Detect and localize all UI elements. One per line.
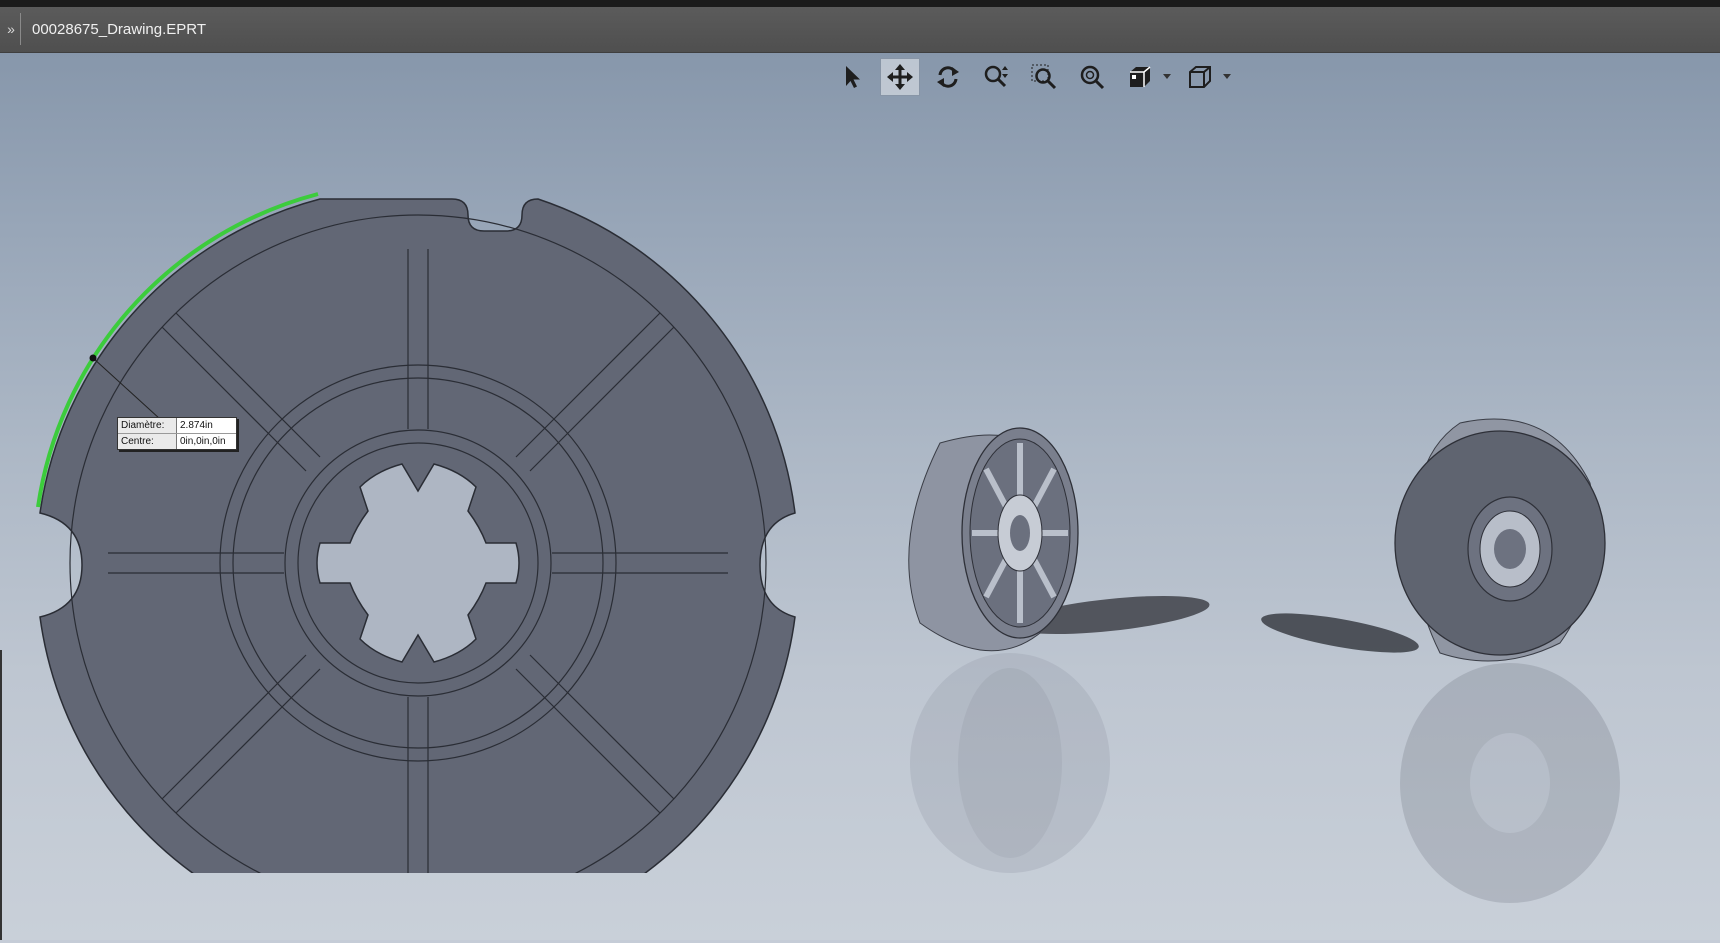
- display-style-icon: [1130, 66, 1151, 87]
- chevron-down-icon: [1223, 74, 1231, 79]
- diameter-row: Diamètre: 2.874in: [118, 418, 236, 434]
- zoom-to-fit-icon: [1080, 65, 1105, 90]
- display-style-button[interactable]: [1120, 58, 1160, 96]
- zoom-to-area-button[interactable]: [1024, 58, 1064, 96]
- center-label: Centre:: [118, 434, 177, 449]
- measure-point: [89, 354, 97, 362]
- pan-icon: [887, 64, 913, 90]
- center-value: 0in,0in,0in: [180, 436, 226, 447]
- expand-panel-button[interactable]: »: [2, 13, 21, 45]
- view-orientation-dropdown[interactable]: [1220, 58, 1234, 96]
- zoom-to-fit-button[interactable]: [1072, 58, 1112, 96]
- diameter-label: Diamètre:: [118, 418, 177, 433]
- measurement-tooltip: Diamètre: 2.874in Centre: 0in,0in,0in: [117, 417, 237, 450]
- diameter-value: 2.874in: [180, 420, 213, 431]
- part-iso-view-2[interactable]: [1260, 373, 1680, 933]
- part-front-view[interactable]: [0, 113, 820, 873]
- select-icon: [846, 66, 860, 88]
- part-iso-view-1[interactable]: [860, 383, 1220, 943]
- rotate-icon: [937, 66, 959, 88]
- graphics-viewport[interactable]: Diamètre: 2.874in Centre: 0in,0in,0in: [0, 53, 1720, 940]
- select-button[interactable]: [832, 58, 872, 96]
- top-edge-bar: [0, 0, 1720, 7]
- view-orientation-button[interactable]: [1180, 58, 1220, 96]
- chevron-down-icon: [1163, 74, 1171, 79]
- document-title: 00028675_Drawing.EPRT: [32, 21, 207, 38]
- document-title-bar: » 00028675_Drawing.EPRT: [0, 7, 1720, 53]
- center-row: Centre: 0in,0in,0in: [118, 434, 236, 449]
- display-style-dropdown[interactable]: [1160, 58, 1174, 96]
- left-panel-edge: [0, 650, 2, 940]
- zoom-to-area-icon: [1031, 64, 1057, 90]
- zoom-icon: [984, 65, 1008, 88]
- heads-up-view-toolbar: [832, 57, 1240, 97]
- rotate-button[interactable]: [928, 58, 968, 96]
- view-orientation-icon: [1189, 66, 1211, 88]
- zoom-button[interactable]: [976, 58, 1016, 96]
- pan-button[interactable]: [880, 58, 920, 96]
